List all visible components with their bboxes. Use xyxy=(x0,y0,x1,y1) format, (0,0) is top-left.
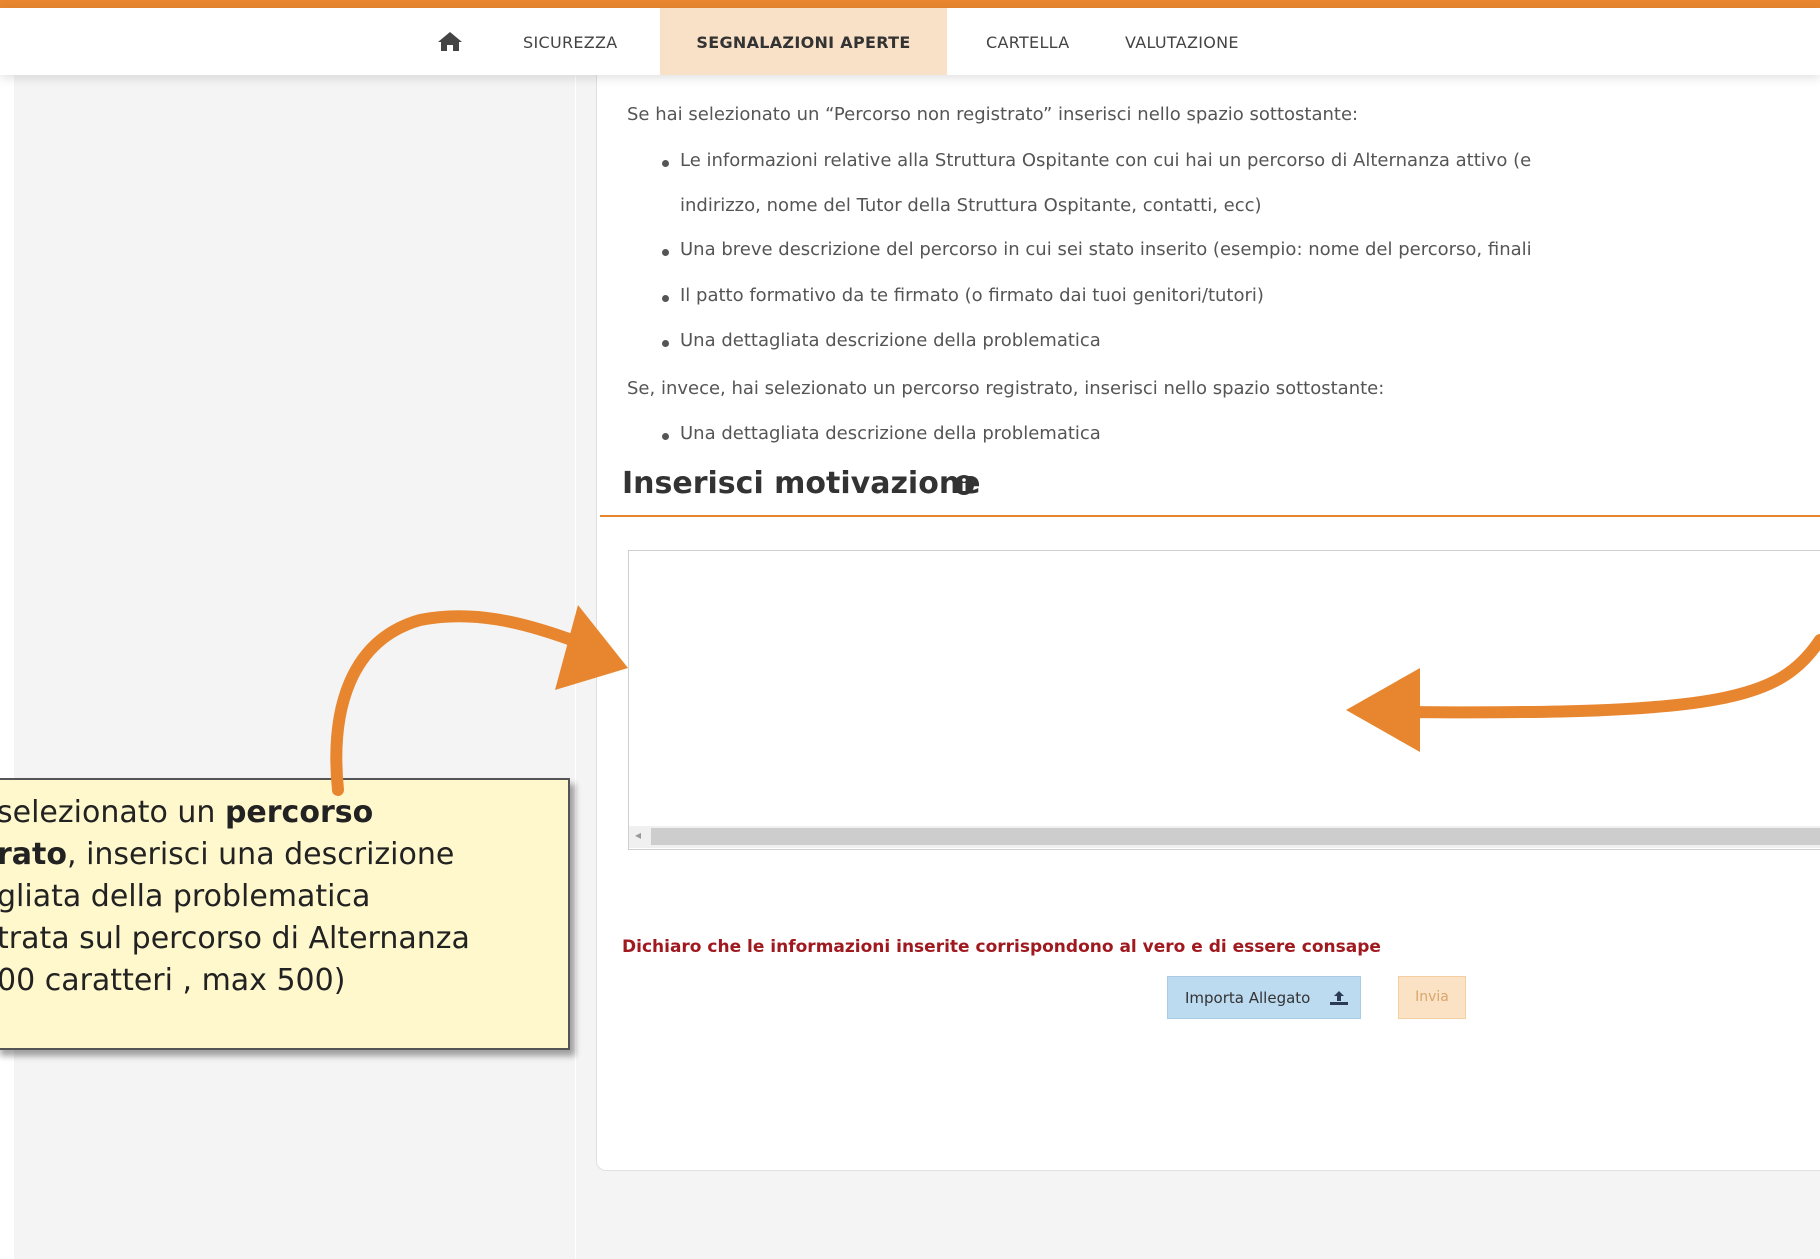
callout-text: selezionato un xyxy=(0,795,225,830)
tab-cartella[interactable]: CARTELLA xyxy=(986,8,1070,75)
callout-text: trata sul percorso di Alternanza xyxy=(0,921,470,956)
send-button[interactable]: Invia xyxy=(1398,976,1466,1019)
list-item: Una breve descrizione del percorso in cu… xyxy=(680,239,1532,260)
import-attachment-button[interactable]: Importa Allegato xyxy=(1167,976,1361,1019)
callout-bold-text: rato xyxy=(0,837,67,872)
intro-unregistered-text: Se hai selezionato un “Percorso non regi… xyxy=(627,104,1359,125)
info-icon[interactable] xyxy=(953,474,975,496)
import-attachment-label: Importa Allegato xyxy=(1185,988,1311,1007)
upload-icon xyxy=(1330,990,1349,1005)
list-item-continuation: indirizzo, nome del Tutor della Struttur… xyxy=(680,195,1262,216)
annotation-callout: selezionato un percorso rato, inserisci … xyxy=(0,778,570,1050)
horizontal-scrollbar[interactable]: ◂ xyxy=(629,826,1820,848)
list-item: Il patto formativo da te firmato (o firm… xyxy=(680,285,1264,306)
bullet xyxy=(662,340,669,347)
section-divider xyxy=(600,515,1820,517)
callout-text: , inserisci una descrizione xyxy=(67,837,455,872)
callout-bold-text: percorso xyxy=(224,795,374,830)
top-navigation: SICUREZZA SEGNALAZIONI APERTE CARTELLA V… xyxy=(0,8,1820,75)
tab-segnalazioni-aperte[interactable]: SEGNALAZIONI APERTE xyxy=(660,8,947,75)
callout-text: 00 caratteri , max 500) xyxy=(0,963,346,998)
list-item: Una dettagliata descrizione della proble… xyxy=(680,423,1101,444)
scrollbar-thumb[interactable] xyxy=(651,828,1820,845)
left-panel xyxy=(14,75,575,1259)
top-accent-line xyxy=(0,0,1820,8)
motivation-textarea[interactable] xyxy=(628,550,1820,850)
section-title: Inserisci motivazione xyxy=(622,466,981,501)
bullet xyxy=(662,249,669,256)
tab-sicurezza[interactable]: SICUREZZA xyxy=(523,8,618,75)
declaration-text: Dichiaro che le informazioni inserite co… xyxy=(622,937,1381,957)
intro-registered-text: Se, invece, hai selezionato un percorso … xyxy=(627,378,1385,399)
bullet xyxy=(662,160,669,167)
home-icon[interactable] xyxy=(436,30,464,52)
bullet xyxy=(662,433,669,440)
list-item: Una dettagliata descrizione della proble… xyxy=(680,330,1101,351)
list-item: Le informazioni relative alla Struttura … xyxy=(680,150,1532,171)
bullet xyxy=(662,295,669,302)
scroll-left-icon[interactable]: ◂ xyxy=(635,828,641,842)
tab-valutazione[interactable]: VALUTAZIONE xyxy=(1125,8,1239,75)
callout-text: gliata della problematica xyxy=(0,879,371,914)
